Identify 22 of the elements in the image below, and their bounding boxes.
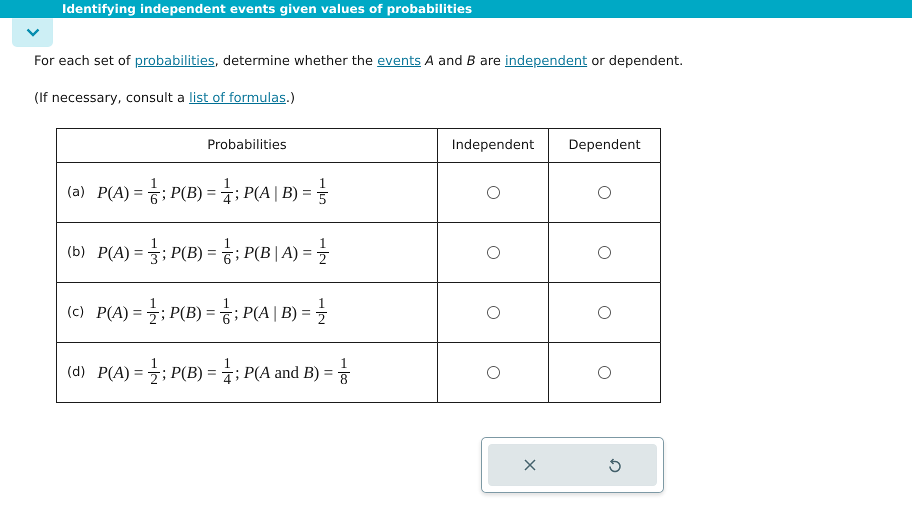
formula-note: (If necessary, consult a list of formulas.) bbox=[34, 90, 296, 108]
link[interactable]: list of formulas bbox=[189, 91, 286, 106]
chevron-down-icon bbox=[26, 28, 40, 37]
undo-icon bbox=[608, 458, 622, 472]
link[interactable]: probabilities bbox=[134, 54, 215, 69]
radio-button[interactable] bbox=[486, 186, 500, 199]
radio-button[interactable] bbox=[486, 306, 500, 319]
instruction-text: For each set of probabilities, determine whether the events A and B are independent or dependent. bbox=[34, 53, 684, 71]
link[interactable]: independent bbox=[505, 54, 588, 69]
collapse-button[interactable] bbox=[12, 18, 53, 47]
radio-button[interactable] bbox=[486, 366, 500, 379]
radio-button[interactable] bbox=[598, 246, 611, 259]
radio-button[interactable] bbox=[598, 366, 611, 379]
column-header: Dependent bbox=[548, 128, 660, 162]
close-icon bbox=[524, 459, 536, 471]
radio-button[interactable] bbox=[598, 306, 611, 319]
column-header: Independent bbox=[438, 128, 548, 162]
radio-button[interactable] bbox=[598, 186, 611, 199]
link[interactable]: events bbox=[377, 54, 421, 69]
page-title: Identifying independent events given values of probabilities bbox=[62, 2, 472, 16]
column-header: Probabilities bbox=[56, 128, 438, 162]
radio-button[interactable] bbox=[486, 246, 500, 259]
